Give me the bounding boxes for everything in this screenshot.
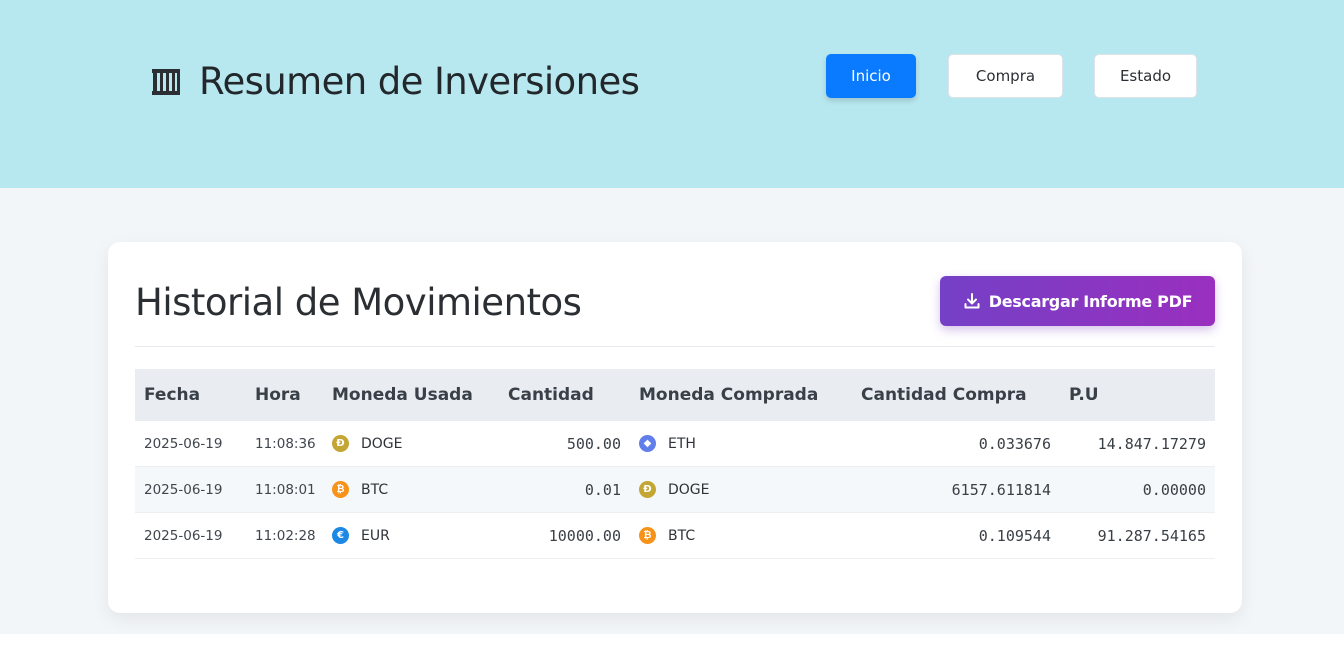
btc-icon: ₿ — [332, 481, 349, 498]
cell-moneda-comprada: ◆ ETH — [630, 435, 852, 452]
coin-label: EUR — [361, 527, 390, 544]
cell-moneda-usada: Ð DOGE — [323, 435, 499, 452]
eur-icon: € — [332, 527, 349, 544]
coin-label: BTC — [668, 527, 696, 544]
coin-label: DOGE — [361, 435, 403, 452]
coin-label: DOGE — [668, 481, 710, 498]
col-fecha: Fecha — [144, 385, 201, 405]
btc-icon: ₿ — [639, 527, 656, 544]
table-row: 2025-06-19 11:08:01 ₿ BTC 0.01 Ð DOGE 61… — [135, 467, 1215, 513]
col-hora: Hora — [255, 385, 301, 405]
nav-compra-button[interactable]: Compra — [948, 54, 1063, 98]
cell-cantidad: 0.01 — [584, 480, 621, 499]
cell-cantidad-compra: 0.033676 — [978, 434, 1051, 453]
eth-icon: ◆ — [639, 435, 656, 452]
cell-cantidad-compra: 0.109544 — [978, 526, 1051, 545]
movements-table: Fecha Hora Moneda Usada Cantidad Moneda … — [135, 369, 1215, 559]
header: Resumen de Inversiones Inicio Compra Est… — [0, 0, 1344, 188]
cell-cantidad-compra: 6157.611814 — [951, 480, 1051, 499]
cell-moneda-usada: ₿ BTC — [323, 481, 499, 498]
cell-hora: 11:08:01 — [255, 481, 316, 498]
cell-hora: 11:08:36 — [255, 435, 316, 452]
download-icon — [964, 293, 980, 309]
brand: Resumen de Inversiones — [151, 58, 640, 106]
cell-moneda-usada: € EUR — [323, 527, 499, 544]
download-pdf-label: Descargar Informe PDF — [988, 291, 1193, 311]
cell-cantidad: 500.00 — [566, 434, 621, 453]
coin-label: ETH — [668, 435, 696, 452]
coin-label: BTC — [361, 481, 389, 498]
table-row: 2025-06-19 11:02:28 € EUR 10000.00 ₿ BTC… — [135, 513, 1215, 559]
divider — [135, 346, 1215, 347]
col-cantidad-compra: Cantidad Compra — [861, 385, 1027, 405]
table-header: Fecha Hora Moneda Usada Cantidad Moneda … — [135, 369, 1215, 421]
col-moneda-comprada: Moneda Comprada — [639, 385, 819, 405]
cell-fecha: 2025-06-19 — [144, 435, 223, 452]
table-row: 2025-06-19 11:08:36 Ð DOGE 500.00 ◆ ETH … — [135, 421, 1215, 467]
col-moneda-usada: Moneda Usada — [332, 385, 473, 405]
history-title: Historial de Movimientos — [135, 281, 582, 324]
col-pu: P.U — [1069, 385, 1099, 405]
cell-pu: 91.287.54165 — [1097, 526, 1206, 545]
cell-hora: 11:02:28 — [255, 527, 316, 544]
doge-icon: Ð — [332, 435, 349, 452]
download-pdf-button[interactable]: Descargar Informe PDF — [940, 276, 1215, 326]
doge-icon: Ð — [639, 481, 656, 498]
history-card: Historial de Movimientos Descargar Infor… — [108, 242, 1242, 613]
nav-estado-button[interactable]: Estado — [1094, 54, 1197, 98]
cell-moneda-comprada: Ð DOGE — [630, 481, 852, 498]
cell-fecha: 2025-06-19 — [144, 527, 223, 544]
page-title: Resumen de Inversiones — [199, 60, 640, 103]
col-cantidad: Cantidad — [508, 385, 594, 405]
cell-pu: 14.847.17279 — [1097, 434, 1206, 453]
cell-moneda-comprada: ₿ BTC — [630, 527, 852, 544]
cell-pu: 0.00000 — [1142, 480, 1206, 499]
top-nav: Inicio Compra Estado — [826, 54, 1197, 98]
bank-icon — [152, 69, 180, 95]
cell-cantidad: 10000.00 — [548, 526, 621, 545]
nav-inicio-button[interactable]: Inicio — [826, 54, 916, 98]
cell-fecha: 2025-06-19 — [144, 481, 223, 498]
